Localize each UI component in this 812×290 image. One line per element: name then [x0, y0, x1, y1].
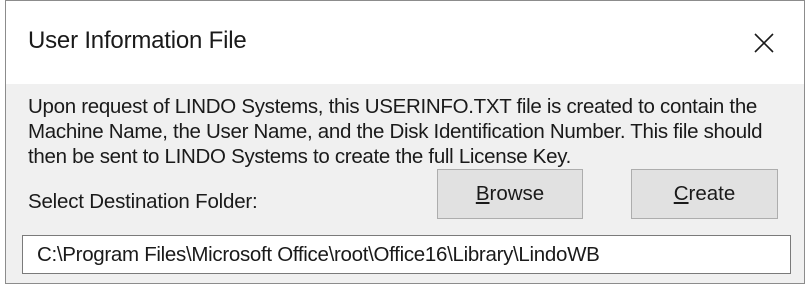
create-label-rest: reate	[688, 182, 736, 205]
create-button[interactable]: Create	[631, 169, 778, 219]
dialog-title: User Information File	[28, 27, 247, 54]
browse-label-rest: rowse	[489, 182, 545, 205]
destination-path-input[interactable]	[22, 235, 791, 274]
instruction-message: Upon request of LINDO Systems, this USER…	[28, 95, 763, 168]
close-icon	[753, 32, 775, 54]
browse-mnemonic: B	[475, 182, 490, 205]
user-information-dialog: User Information File Upon request of LI…	[5, 0, 805, 284]
close-button[interactable]	[724, 1, 804, 84]
title-bar: User Information File	[6, 1, 804, 84]
create-mnemonic: C	[673, 182, 689, 205]
browse-button[interactable]: Browse	[437, 169, 583, 219]
destination-folder-label: Select Destination Folder:	[28, 190, 258, 213]
